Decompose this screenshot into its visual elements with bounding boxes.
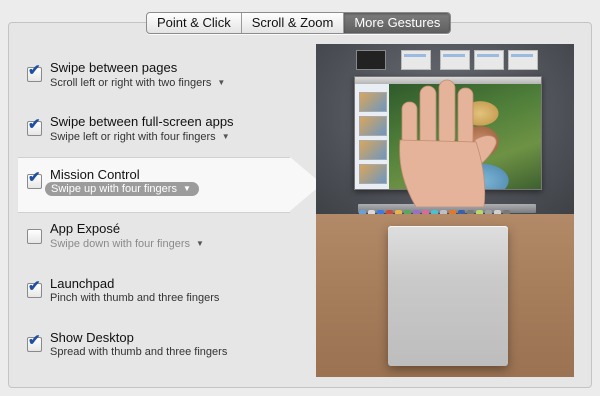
option-subtitle-popup[interactable]: Swipe up with four fingers ▼ [45,182,199,196]
chevron-down-icon: ▼ [182,184,191,193]
tab-bar: Point & Click Scroll & Zoom More Gesture… [146,12,452,34]
desk-surface [316,214,574,377]
option-subtitle: Swipe up with four fingers [51,183,177,195]
space-thumbnail [356,50,386,70]
tab-point-and-click[interactable]: Point & Click [147,13,242,33]
option-mission-control[interactable]: ✔ Mission Control Swipe up with four fin… [18,157,322,213]
chevron-down-icon: ▼ [217,78,226,87]
gesture-preview-video [316,44,574,377]
checkmark-icon: ✔ [28,116,41,133]
trackpad-image [388,226,508,366]
hand-icon [399,79,497,207]
option-launchpad[interactable]: ✔ Launchpad Pinch with thumb and three f… [18,268,306,322]
option-title: App Exposé [50,221,121,236]
tab-more-gestures[interactable]: More Gestures [344,13,451,33]
option-subtitle: Swipe left or right with four fingers [50,131,216,143]
tab-scroll-and-zoom[interactable]: Scroll & Zoom [242,13,345,33]
chevron-down-icon: ▼ [196,239,204,248]
option-title: Show Desktop [50,330,134,345]
launchpad-checkbox[interactable]: ✔ [27,279,42,298]
checkmark-icon: ✔ [28,278,41,295]
checkmark-icon: ✔ [28,332,41,349]
chevron-down-icon: ▼ [221,132,230,141]
option-title: Swipe between pages [50,60,178,75]
checkmark-icon: ✔ [28,62,41,79]
option-subtitle-popup[interactable]: Scroll left or right with two fingers ▼ [50,77,225,89]
option-subtitle: Scroll left or right with two fingers [50,77,212,89]
option-subtitle: Swipe down with four fingers [50,238,191,250]
option-subtitle-popup[interactable]: Swipe down with four fingers ▼ [50,238,204,250]
mission-control-checkbox[interactable]: ✔ [27,170,42,189]
option-swipe-between-pages[interactable]: ✔ Swipe between pages Scroll left or rig… [18,52,306,106]
show-desktop-checkbox[interactable]: ✔ [27,333,42,352]
space-thumbnail [401,50,431,70]
option-subtitle-popup[interactable]: Swipe left or right with four fingers ▼ [50,131,230,143]
space-thumbnail [440,50,470,70]
checkmark-icon: ✔ [28,169,41,186]
swipe-apps-checkbox[interactable]: ✔ [27,117,42,136]
option-title: Mission Control [50,167,140,182]
space-thumbnail [508,50,538,70]
option-subtitle: Pinch with thumb and three fingers [50,292,220,304]
app-expose-checkbox[interactable] [27,229,42,244]
option-swipe-fullscreen-apps[interactable]: ✔ Swipe between full-screen apps Swipe l… [18,106,306,160]
space-thumbnail [474,50,504,70]
option-app-expose[interactable]: App Exposé Swipe down with four fingers ▼ [18,214,306,268]
swipe-pages-checkbox[interactable]: ✔ [27,63,42,82]
option-title: Swipe between full-screen apps [50,114,234,129]
option-show-desktop[interactable]: ✔ Show Desktop Spread with thumb and thr… [18,322,306,376]
option-title: Launchpad [50,276,115,291]
option-subtitle: Spread with thumb and three fingers [50,346,228,358]
